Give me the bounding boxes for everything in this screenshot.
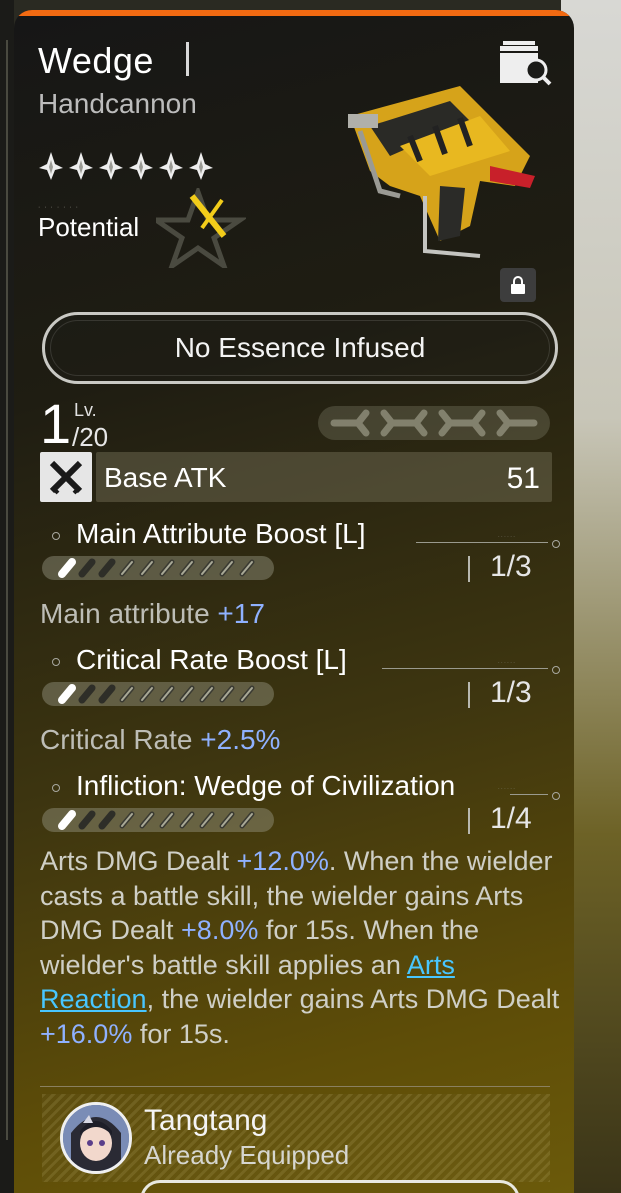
attribute-bullet xyxy=(52,532,60,540)
rarity-star-icon xyxy=(99,152,123,180)
pip-filled xyxy=(58,810,76,830)
action-button-edge[interactable] xyxy=(140,1180,520,1193)
background-left xyxy=(0,0,14,1193)
attribute-count: 1/3 xyxy=(490,676,532,709)
count-separator xyxy=(468,808,470,834)
essence-infuse-button[interactable]: No Essence Infused xyxy=(42,312,558,384)
equip-divider xyxy=(40,1086,550,1087)
potential-label: Potential xyxy=(38,212,140,242)
potential-caption: · · · · · · · xyxy=(38,204,79,211)
attribute-name: Critical Rate Boost [L] xyxy=(76,644,347,675)
attribute-line xyxy=(416,542,548,543)
crossed-swords-icon xyxy=(40,452,92,502)
weapon-image xyxy=(348,86,535,258)
lock-button[interactable] xyxy=(500,268,536,302)
equipped-operator-name: Tangtang xyxy=(144,1104,268,1137)
attribute-count: 1/4 xyxy=(490,802,532,835)
accent-bar xyxy=(14,10,574,16)
count-separator xyxy=(468,556,470,582)
pip-filled xyxy=(58,558,76,578)
attribute-end-dot xyxy=(552,666,560,674)
attribute-effect: Main attribute +17 xyxy=(40,598,265,629)
base-atk-value: 51 xyxy=(506,462,540,495)
attribute-bullet xyxy=(52,784,60,792)
attribute-line xyxy=(382,668,548,669)
pip-dim xyxy=(78,684,96,704)
attribute-effect-value: +2.5% xyxy=(200,724,281,755)
rarity-star-icon xyxy=(69,152,93,180)
weapon-detail-panel: Wedge Handcannon · · · · · · · Potential… xyxy=(14,10,574,1193)
avatar xyxy=(60,1102,132,1174)
pip-dim xyxy=(98,558,116,578)
pip-dim xyxy=(78,810,96,830)
level-label: Lv. xyxy=(74,400,97,420)
attribute-main-boost[interactable]: Main Attribute Boost [L] · · · · · · 1/3… xyxy=(40,514,560,634)
rarity-star-icon xyxy=(159,152,183,180)
pip-dim xyxy=(98,810,116,830)
attribute-progress-bar xyxy=(42,682,274,706)
attribute-effect-value: +17 xyxy=(217,598,265,629)
attribute-caption: · · · · · · xyxy=(498,534,515,540)
pip-dim xyxy=(78,558,96,578)
lock-icon xyxy=(511,276,525,294)
base-atk-row: Base ATK 51 xyxy=(40,452,552,502)
equipped-status: Already Equipped xyxy=(144,1140,350,1170)
rarity-star-icon xyxy=(129,152,153,180)
weapon-type: Handcannon xyxy=(38,88,197,119)
level-max: /20 xyxy=(72,422,109,452)
attribute-caption: · · · · · · xyxy=(498,786,515,792)
attribute-progress-bar xyxy=(42,808,274,832)
rarity-stars xyxy=(38,150,214,182)
level-breakthrough-track xyxy=(318,406,550,440)
rarity-star-icon xyxy=(189,152,213,180)
base-atk-label: Base ATK xyxy=(104,462,227,493)
skill-description: Arts DMG Dealt +12.0%. When the wielder … xyxy=(40,846,560,1049)
desc-value: +8.0% xyxy=(181,915,259,946)
desc-value: +12.0% xyxy=(236,846,329,876)
equipped-operator-card[interactable]: Tangtang Already Equipped xyxy=(42,1094,550,1182)
attribute-name: Main Attribute Boost [L] xyxy=(76,518,366,549)
potential-icon[interactable] xyxy=(156,188,246,268)
pip-filled xyxy=(58,684,76,704)
level-current: 1 xyxy=(40,392,72,455)
desc-value: +16.0% xyxy=(40,1018,133,1049)
attribute-name: Infliction: Wedge of Civilization xyxy=(76,770,456,801)
attribute-caption: · · · · · · xyxy=(498,660,515,666)
attribute-count: 1/3 xyxy=(490,550,532,583)
attribute-line xyxy=(510,794,548,795)
weapon-name: Wedge xyxy=(38,40,154,81)
rarity-star-icon xyxy=(39,152,63,180)
attribute-end-dot xyxy=(552,540,560,548)
attribute-bullet xyxy=(52,658,60,666)
count-separator xyxy=(468,682,470,708)
attribute-end-dot xyxy=(552,792,560,800)
title-divider xyxy=(186,42,189,76)
attribute-progress-bar xyxy=(42,556,274,580)
attribute-effect: Critical Rate +2.5% xyxy=(40,724,281,755)
pip-dim xyxy=(98,684,116,704)
attribute-crit-boost[interactable]: Critical Rate Boost [L] · · · · · · 1/3 … xyxy=(40,640,560,760)
